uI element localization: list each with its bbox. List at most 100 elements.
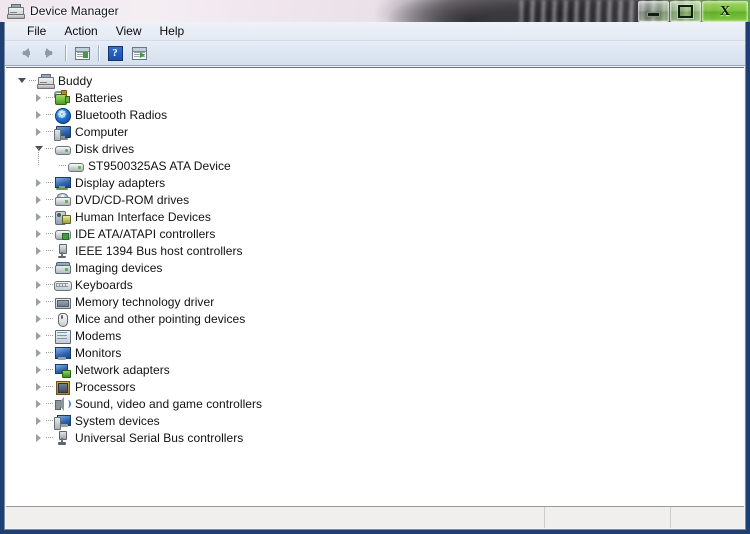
device-tree: Buddy Batteries ❁ Bluetooth Radios Compu… bbox=[6, 68, 744, 446]
tree-item-label: Network adapters bbox=[75, 362, 170, 377]
tree-item-root[interactable]: Buddy bbox=[6, 72, 744, 89]
expander-human-interface-devices[interactable] bbox=[32, 208, 45, 225]
modem-icon bbox=[54, 328, 71, 344]
system-device-icon bbox=[54, 413, 71, 430]
expander-computer[interactable] bbox=[32, 123, 45, 140]
tree-item-network-adapters[interactable]: Network adapters bbox=[6, 361, 744, 378]
expander-bluetooth-radios[interactable] bbox=[32, 106, 45, 123]
menu-item-file[interactable]: File bbox=[18, 23, 55, 40]
tree-connector bbox=[45, 225, 54, 242]
device-tree-pane[interactable]: Buddy Batteries ❁ Bluetooth Radios Compu… bbox=[6, 67, 744, 506]
tree-item-disk-drives[interactable]: Disk drives bbox=[6, 140, 744, 157]
expander-mice-and-other-pointing-devices[interactable] bbox=[32, 310, 45, 327]
expander-universal-serial-bus-controllers[interactable] bbox=[32, 429, 45, 446]
tree-connector bbox=[28, 72, 37, 89]
tree-item-label: ST9500325AS ATA Device bbox=[88, 158, 231, 173]
expander-imaging-devices[interactable] bbox=[32, 259, 45, 276]
tree-connector bbox=[45, 242, 54, 259]
expander-monitors[interactable] bbox=[32, 344, 45, 361]
tree-item-label: Modems bbox=[75, 328, 122, 343]
tree-item-batteries[interactable]: Batteries bbox=[6, 89, 744, 106]
tree-item-imaging-devices[interactable]: Imaging devices bbox=[6, 259, 744, 276]
tree-item-ide-ata-atapi-controllers[interactable]: IDE ATA/ATAPI controllers bbox=[6, 225, 744, 242]
expander-modems[interactable] bbox=[32, 327, 45, 344]
window-frame: File Action View Help ? Buddy Batteries … bbox=[0, 22, 750, 534]
human-interface-device-icon bbox=[54, 209, 71, 225]
back-button[interactable] bbox=[13, 42, 37, 64]
tree-connector bbox=[45, 140, 54, 157]
tree-item-dvd-cd-rom-drives[interactable]: DVD/CD-ROM drives bbox=[6, 191, 744, 208]
tree-item-ieee-1394-bus-host-controllers[interactable]: IEEE 1394 Bus host controllers bbox=[6, 242, 744, 259]
tree-item-label: DVD/CD-ROM drives bbox=[75, 192, 190, 207]
tree-item-label: IDE ATA/ATAPI controllers bbox=[75, 226, 216, 241]
tree-item-label: Universal Serial Bus controllers bbox=[75, 430, 244, 445]
menu-item-help[interactable]: Help bbox=[151, 23, 194, 40]
menu-item-action[interactable]: Action bbox=[55, 23, 106, 40]
scan-hardware-icon bbox=[131, 46, 147, 60]
tree-connector bbox=[45, 123, 54, 140]
tree-item-sound-video-and-game-controllers[interactable]: Sound, video and game controllers bbox=[6, 395, 744, 412]
disk-drive-icon bbox=[67, 158, 84, 174]
expander-sound-video-and-game-controllers[interactable] bbox=[32, 395, 45, 412]
tree-item-modems[interactable]: Modems bbox=[6, 327, 744, 344]
title-bar[interactable]: Device Manager X bbox=[0, 0, 750, 22]
screen: Device Manager X File Action View Help ?… bbox=[0, 0, 750, 534]
tree-item-mice-and-other-pointing-devices[interactable]: Mice and other pointing devices bbox=[6, 310, 744, 327]
tree-item-label: Bluetooth Radios bbox=[75, 107, 168, 122]
tree-item-processors[interactable]: Processors bbox=[6, 378, 744, 395]
maximize-button[interactable] bbox=[670, 1, 701, 22]
tree-connector bbox=[45, 191, 54, 208]
toolbar-separator-1 bbox=[65, 45, 66, 61]
expander-network-adapters[interactable] bbox=[32, 361, 45, 378]
disk-drive-icon bbox=[54, 141, 71, 157]
expander-keyboards[interactable] bbox=[32, 276, 45, 293]
expander-dvd-cd-rom-drives[interactable] bbox=[32, 191, 45, 208]
tree-item-memory-technology-driver[interactable]: Memory technology driver bbox=[6, 293, 744, 310]
tree-item-label: System devices bbox=[75, 413, 160, 428]
tree-item-universal-serial-bus-controllers[interactable]: Universal Serial Bus controllers bbox=[6, 429, 744, 446]
tree-item-computer[interactable]: Computer bbox=[6, 123, 744, 141]
help-question-icon: ? bbox=[107, 45, 123, 61]
tree-item-label: Memory technology driver bbox=[75, 294, 215, 309]
window-controls: X bbox=[637, 1, 748, 22]
monitor-icon bbox=[54, 345, 71, 361]
menu-item-view[interactable]: View bbox=[107, 23, 151, 40]
dvd-drive-icon bbox=[54, 192, 71, 208]
expander-system-devices[interactable] bbox=[32, 412, 45, 429]
tree-connector bbox=[45, 361, 54, 378]
back-arrow-icon bbox=[21, 48, 30, 58]
status-cell-secondary bbox=[545, 507, 671, 528]
expander-memory-technology-driver[interactable] bbox=[32, 293, 45, 310]
properties-button[interactable] bbox=[70, 42, 94, 64]
tree-item-display-adapters[interactable]: Display adapters bbox=[6, 174, 744, 191]
scan-hardware-button[interactable] bbox=[127, 42, 151, 64]
window-title: Device Manager bbox=[30, 4, 119, 18]
expander-ieee-1394-bus-host-controllers[interactable] bbox=[32, 242, 45, 259]
ieee1394-icon bbox=[54, 243, 70, 259]
ide-controller-icon bbox=[54, 226, 71, 242]
expander-ide-ata-atapi-controllers[interactable] bbox=[32, 225, 45, 242]
tree-item-bluetooth-radios[interactable]: ❁ Bluetooth Radios bbox=[6, 106, 744, 124]
tree-connector bbox=[45, 106, 54, 123]
tree-connector bbox=[45, 429, 54, 446]
expander-display-adapters[interactable] bbox=[32, 174, 45, 191]
close-button[interactable]: X bbox=[702, 1, 748, 22]
tree-item-st9500325as-ata-device[interactable]: ST9500325AS ATA Device bbox=[6, 148, 744, 174]
forward-button[interactable] bbox=[37, 42, 61, 64]
tree-connector bbox=[58, 157, 67, 174]
tree-connector bbox=[45, 327, 54, 344]
status-bar bbox=[6, 506, 744, 528]
tree-item-keyboards[interactable]: Keyboards bbox=[6, 276, 744, 293]
computer-icon bbox=[54, 124, 71, 141]
minimize-button[interactable] bbox=[638, 1, 669, 22]
tree-item-human-interface-devices[interactable]: Human Interface Devices bbox=[6, 208, 744, 225]
expander-processors[interactable] bbox=[32, 378, 45, 395]
tree-item-label: Monitors bbox=[75, 345, 122, 360]
expander-batteries[interactable] bbox=[32, 89, 45, 106]
minimize-icon bbox=[647, 12, 660, 17]
help-button[interactable]: ? bbox=[103, 42, 127, 64]
tree-item-system-devices[interactable]: System devices bbox=[6, 412, 744, 430]
tree-item-monitors[interactable]: Monitors bbox=[6, 344, 744, 361]
expander-root[interactable] bbox=[15, 72, 28, 89]
tree-item-label: Mice and other pointing devices bbox=[75, 311, 246, 326]
